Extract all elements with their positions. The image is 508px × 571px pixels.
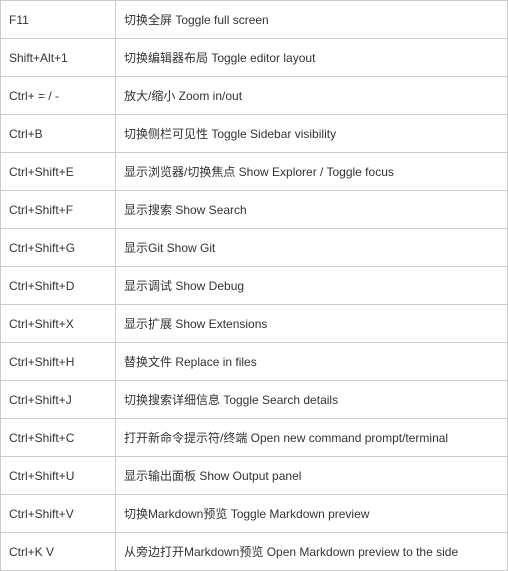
table-row: Ctrl+Shift+F显示搜索 Show Search — [1, 191, 508, 229]
shortcuts-tbody: F11切换全屏 Toggle full screen Shift+Alt+1切换… — [1, 1, 508, 571]
description-cell: 切换全屏 Toggle full screen — [116, 1, 508, 39]
shortcut-cell: Ctrl+Shift+D — [1, 267, 116, 305]
table-row: Ctrl+ = / -放大/缩小 Zoom in/out — [1, 77, 508, 115]
shortcut-cell: Ctrl+Shift+E — [1, 153, 116, 191]
shortcut-cell: Ctrl+Shift+J — [1, 381, 116, 419]
shortcut-cell: Ctrl+Shift+C — [1, 419, 116, 457]
description-cell: 显示浏览器/切换焦点 Show Explorer / Toggle focus — [116, 153, 508, 191]
table-row: Ctrl+K V从旁边打开Markdown预览 Open Markdown pr… — [1, 533, 508, 571]
shortcut-cell: Ctrl+Shift+G — [1, 229, 116, 267]
description-cell: 显示扩展 Show Extensions — [116, 305, 508, 343]
description-cell: 打开新命令提示符/终端 Open new command prompt/term… — [116, 419, 508, 457]
shortcut-cell: Ctrl+B — [1, 115, 116, 153]
description-cell: 显示搜索 Show Search — [116, 191, 508, 229]
table-row: Ctrl+Shift+U显示输出面板 Show Output panel — [1, 457, 508, 495]
table-row: Ctrl+Shift+X显示扩展 Show Extensions — [1, 305, 508, 343]
description-cell: 显示Git Show Git — [116, 229, 508, 267]
table-row: Ctrl+Shift+E显示浏览器/切换焦点 Show Explorer / T… — [1, 153, 508, 191]
shortcuts-table: F11切换全屏 Toggle full screen Shift+Alt+1切换… — [0, 0, 508, 571]
table-row: Ctrl+Shift+G显示Git Show Git — [1, 229, 508, 267]
shortcut-cell: Ctrl+Shift+H — [1, 343, 116, 381]
shortcut-cell: Ctrl+Shift+F — [1, 191, 116, 229]
shortcut-cell: Ctrl+Shift+U — [1, 457, 116, 495]
shortcut-cell: Ctrl+ = / - — [1, 77, 116, 115]
table-row: Ctrl+Shift+D显示调试 Show Debug — [1, 267, 508, 305]
description-cell: 显示输出面板 Show Output panel — [116, 457, 508, 495]
description-cell: 显示调试 Show Debug — [116, 267, 508, 305]
shortcut-cell: Ctrl+K V — [1, 533, 116, 571]
description-cell: 切换侧栏可见性 Toggle Sidebar visibility — [116, 115, 508, 153]
description-cell: 替换文件 Replace in files — [116, 343, 508, 381]
table-row: Ctrl+B切换侧栏可见性 Toggle Sidebar visibility — [1, 115, 508, 153]
table-row: Ctrl+Shift+C打开新命令提示符/终端 Open new command… — [1, 419, 508, 457]
description-cell: 切换编辑器布局 Toggle editor layout — [116, 39, 508, 77]
shortcut-cell: Ctrl+Shift+X — [1, 305, 116, 343]
shortcut-cell: Shift+Alt+1 — [1, 39, 116, 77]
table-row: Ctrl+Shift+H替换文件 Replace in files — [1, 343, 508, 381]
description-cell: 放大/缩小 Zoom in/out — [116, 77, 508, 115]
description-cell: 切换搜索详细信息 Toggle Search details — [116, 381, 508, 419]
shortcut-cell: F11 — [1, 1, 116, 39]
table-row: Ctrl+Shift+J切换搜索详细信息 Toggle Search detai… — [1, 381, 508, 419]
table-row: F11切换全屏 Toggle full screen — [1, 1, 508, 39]
table-row: Shift+Alt+1切换编辑器布局 Toggle editor layout — [1, 39, 508, 77]
description-cell: 从旁边打开Markdown预览 Open Markdown preview to… — [116, 533, 508, 571]
